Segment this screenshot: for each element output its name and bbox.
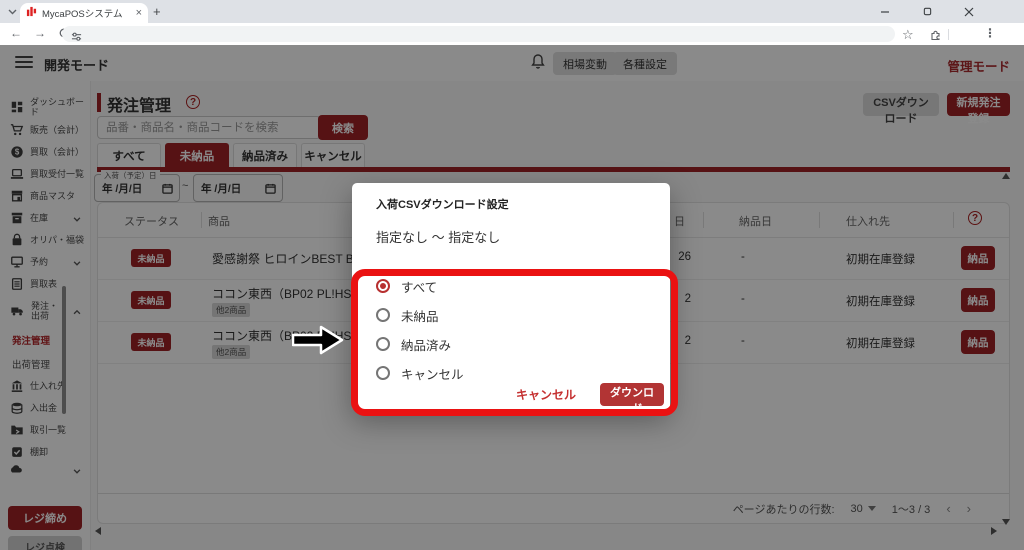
forward-icon[interactable]: → (34, 26, 46, 40)
extensions-icon[interactable] (930, 28, 942, 43)
modal-title: 入荷CSVダウンロード設定 (376, 196, 509, 212)
annotation-highlight-rectangle (351, 269, 678, 416)
window-close-button[interactable] (954, 0, 984, 23)
tab-close-icon[interactable]: × (136, 7, 142, 19)
browser-menu-icon[interactable]: ⋮ (984, 26, 996, 40)
url-input[interactable] (62, 26, 895, 42)
modal-date-range-text: 指定なし ～ 指定なし (376, 227, 500, 246)
browser-tab[interactable]: MycaPOSシステム × (20, 3, 148, 23)
app-favicon (26, 4, 37, 22)
divider (948, 29, 949, 40)
browser-tab-strip: MycaPOSシステム × + (0, 0, 1024, 23)
window-maximize-button[interactable] (912, 0, 942, 23)
annotation-arrow (292, 325, 344, 355)
tab-search-chevron-icon[interactable] (4, 4, 20, 19)
bookmark-star-icon[interactable]: ☆ (902, 27, 914, 43)
tab-title: MycaPOSシステム (42, 6, 132, 20)
screen: MycaPOSシステム × + ← → ☆ ⋮ (0, 0, 1024, 550)
browser-address-bar: ← → ☆ ⋮ (0, 23, 1024, 46)
back-icon[interactable]: ← (10, 26, 22, 40)
new-tab-button[interactable]: + (153, 4, 161, 19)
window-minimize-button[interactable] (870, 0, 900, 23)
